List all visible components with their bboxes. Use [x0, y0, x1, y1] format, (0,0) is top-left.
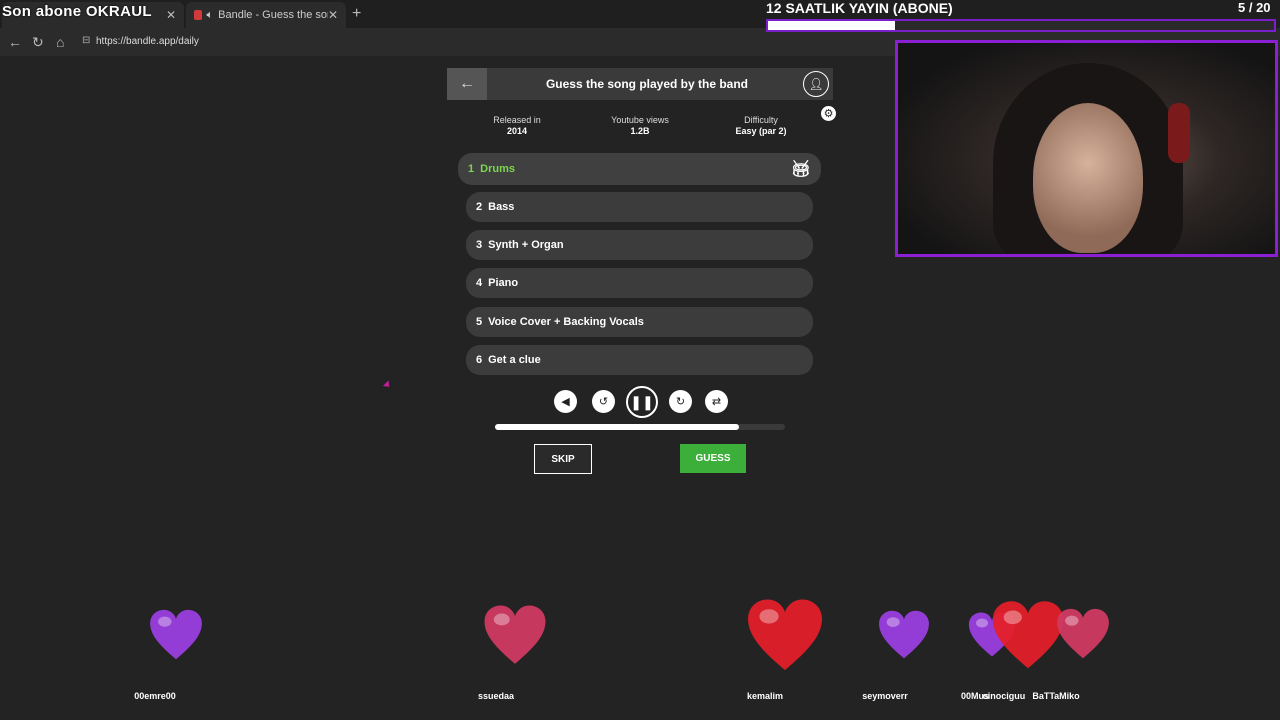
track-number: 4: [476, 277, 483, 289]
track-number: 5: [476, 316, 483, 328]
banner-progress: [766, 19, 1276, 32]
heart-username: ssuedaa: [477, 691, 515, 701]
pause-icon[interactable]: ❚❚: [626, 386, 658, 418]
tab-bandle-label: Bandle - Guess the song, one: [218, 9, 328, 21]
heart-icon: [1057, 608, 1109, 659]
speaker-icon[interactable]: 🔈︎: [207, 9, 214, 22]
info-released: Released in 2014: [457, 115, 577, 137]
track-get-a-clue[interactable]: 6 Get a clue: [466, 345, 813, 375]
track-voice-cover[interactable]: 5 Voice Cover + Backing Vocals: [466, 307, 813, 337]
forward-5-icon[interactable]: ↻: [669, 390, 692, 413]
heart-icon: [150, 609, 202, 660]
stream-banner: 12 SAATLIK YAYIN (ABONE): [766, 0, 953, 16]
heart-icon: [748, 599, 822, 670]
tab-bandle[interactable]: 🔈︎ Bandle - Guess the song, one ✕: [186, 2, 346, 28]
mouse-cursor: [382, 380, 393, 390]
info-label: Released in: [493, 115, 541, 125]
back-arrow-icon[interactable]: ←: [8, 34, 22, 50]
home-icon[interactable]: ⌂: [56, 34, 64, 50]
profile-button[interactable]: 👤︎: [803, 71, 829, 97]
site-info-icon[interactable]: ⊟: [82, 35, 90, 46]
heart-username: 00emre00: [134, 691, 176, 701]
track-label: Piano: [488, 277, 519, 289]
stream-overlay-title: Son abone OKRAUL: [2, 3, 152, 20]
reload-icon[interactable]: ↻: [32, 34, 44, 51]
heart-username: kemalim: [746, 691, 784, 701]
rewind-start-icon[interactable]: ◀: [554, 390, 577, 413]
playback-progress-fill: [495, 424, 739, 430]
new-tab-button[interactable]: +: [352, 5, 361, 23]
song-info: Released in 2014 Youtube views 1.2B Diff…: [457, 115, 823, 139]
info-value: 2014: [506, 126, 528, 136]
track-synth-organ[interactable]: 3 Synth + Organ: [466, 230, 813, 260]
info-label: Difficulty: [744, 115, 778, 125]
track-number: 3: [476, 239, 483, 251]
heart-username: BaTTaMiko: [1032, 691, 1080, 701]
webcam-headphone: [1168, 103, 1190, 163]
track-label: Voice Cover + Backing Vocals: [488, 316, 644, 328]
track-bass[interactable]: 2 Bass: [466, 192, 813, 222]
info-value: Easy (par 2): [735, 126, 787, 136]
heart-icon: [879, 610, 929, 659]
track-piano[interactable]: 4 Piano: [466, 268, 813, 298]
playback-progress[interactable]: [495, 424, 785, 430]
track-label: Drums: [480, 163, 515, 175]
track-label: Bass: [488, 201, 515, 213]
user-icon: 👤︎: [808, 77, 824, 91]
stream-counter: 5 / 20: [1238, 0, 1271, 15]
info-views: Youtube views 1.2B: [580, 115, 700, 137]
webcam-feed: [895, 40, 1278, 257]
settings-gear-icon[interactable]: ⚙: [821, 106, 836, 121]
back-button[interactable]: ←: [447, 68, 487, 100]
address-bar[interactable]: https://bandle.app/daily: [96, 36, 199, 47]
track-number: 1: [468, 163, 475, 175]
close-tab-icon[interactable]: ✕: [328, 8, 338, 22]
bandle-favicon-icon: [194, 10, 202, 20]
track-label: Get a clue: [488, 354, 541, 366]
track-number: 6: [476, 354, 483, 366]
track-number: 2: [476, 201, 483, 213]
heart-icon: [484, 605, 546, 664]
game-header: ← Guess the song played by the band 👤︎: [447, 68, 833, 100]
info-label: Youtube views: [611, 115, 669, 125]
game-title: Guess the song played by the band: [545, 77, 749, 91]
info-difficulty: Difficulty Easy (par 2): [701, 115, 821, 137]
webcam-person-face: [1033, 103, 1143, 253]
banner-progress-fill: [768, 21, 895, 30]
drum-kit-icon: 🥁︎: [790, 161, 811, 178]
arrow-left-icon: ←: [459, 75, 475, 92]
guess-button[interactable]: GUESS: [680, 444, 746, 473]
track-label: Synth + Organ: [488, 239, 564, 251]
player-controls: ◀ ↺ ❚❚ ↻ ⇄: [553, 386, 733, 418]
close-tab-icon[interactable]: ✕: [166, 8, 176, 22]
rewind-5-icon[interactable]: ↺: [592, 390, 615, 413]
track-drums[interactable]: 1 Drums 🥁︎: [458, 153, 821, 185]
info-value: 1.2B: [630, 126, 650, 136]
skip-button[interactable]: SKIP: [534, 444, 592, 474]
heart-username: seymoverr: [862, 691, 908, 701]
repeat-icon[interactable]: ⇄: [705, 390, 728, 413]
